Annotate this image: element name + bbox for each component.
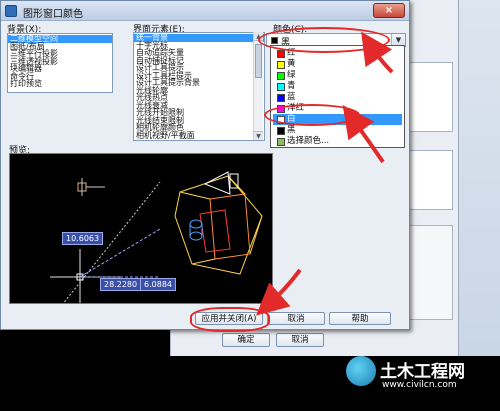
annotation-ellipse-apply-button [190,307,270,332]
annotation-arrow [256,268,302,316]
annotation-arrow [361,31,394,74]
annotation-arrow [342,105,385,164]
watermark-title: 土木工程网 [380,362,465,382]
annotation-arrows [256,31,394,316]
watermark-url: www.civilcn.com [382,380,457,390]
watermark-logo [346,356,376,386]
